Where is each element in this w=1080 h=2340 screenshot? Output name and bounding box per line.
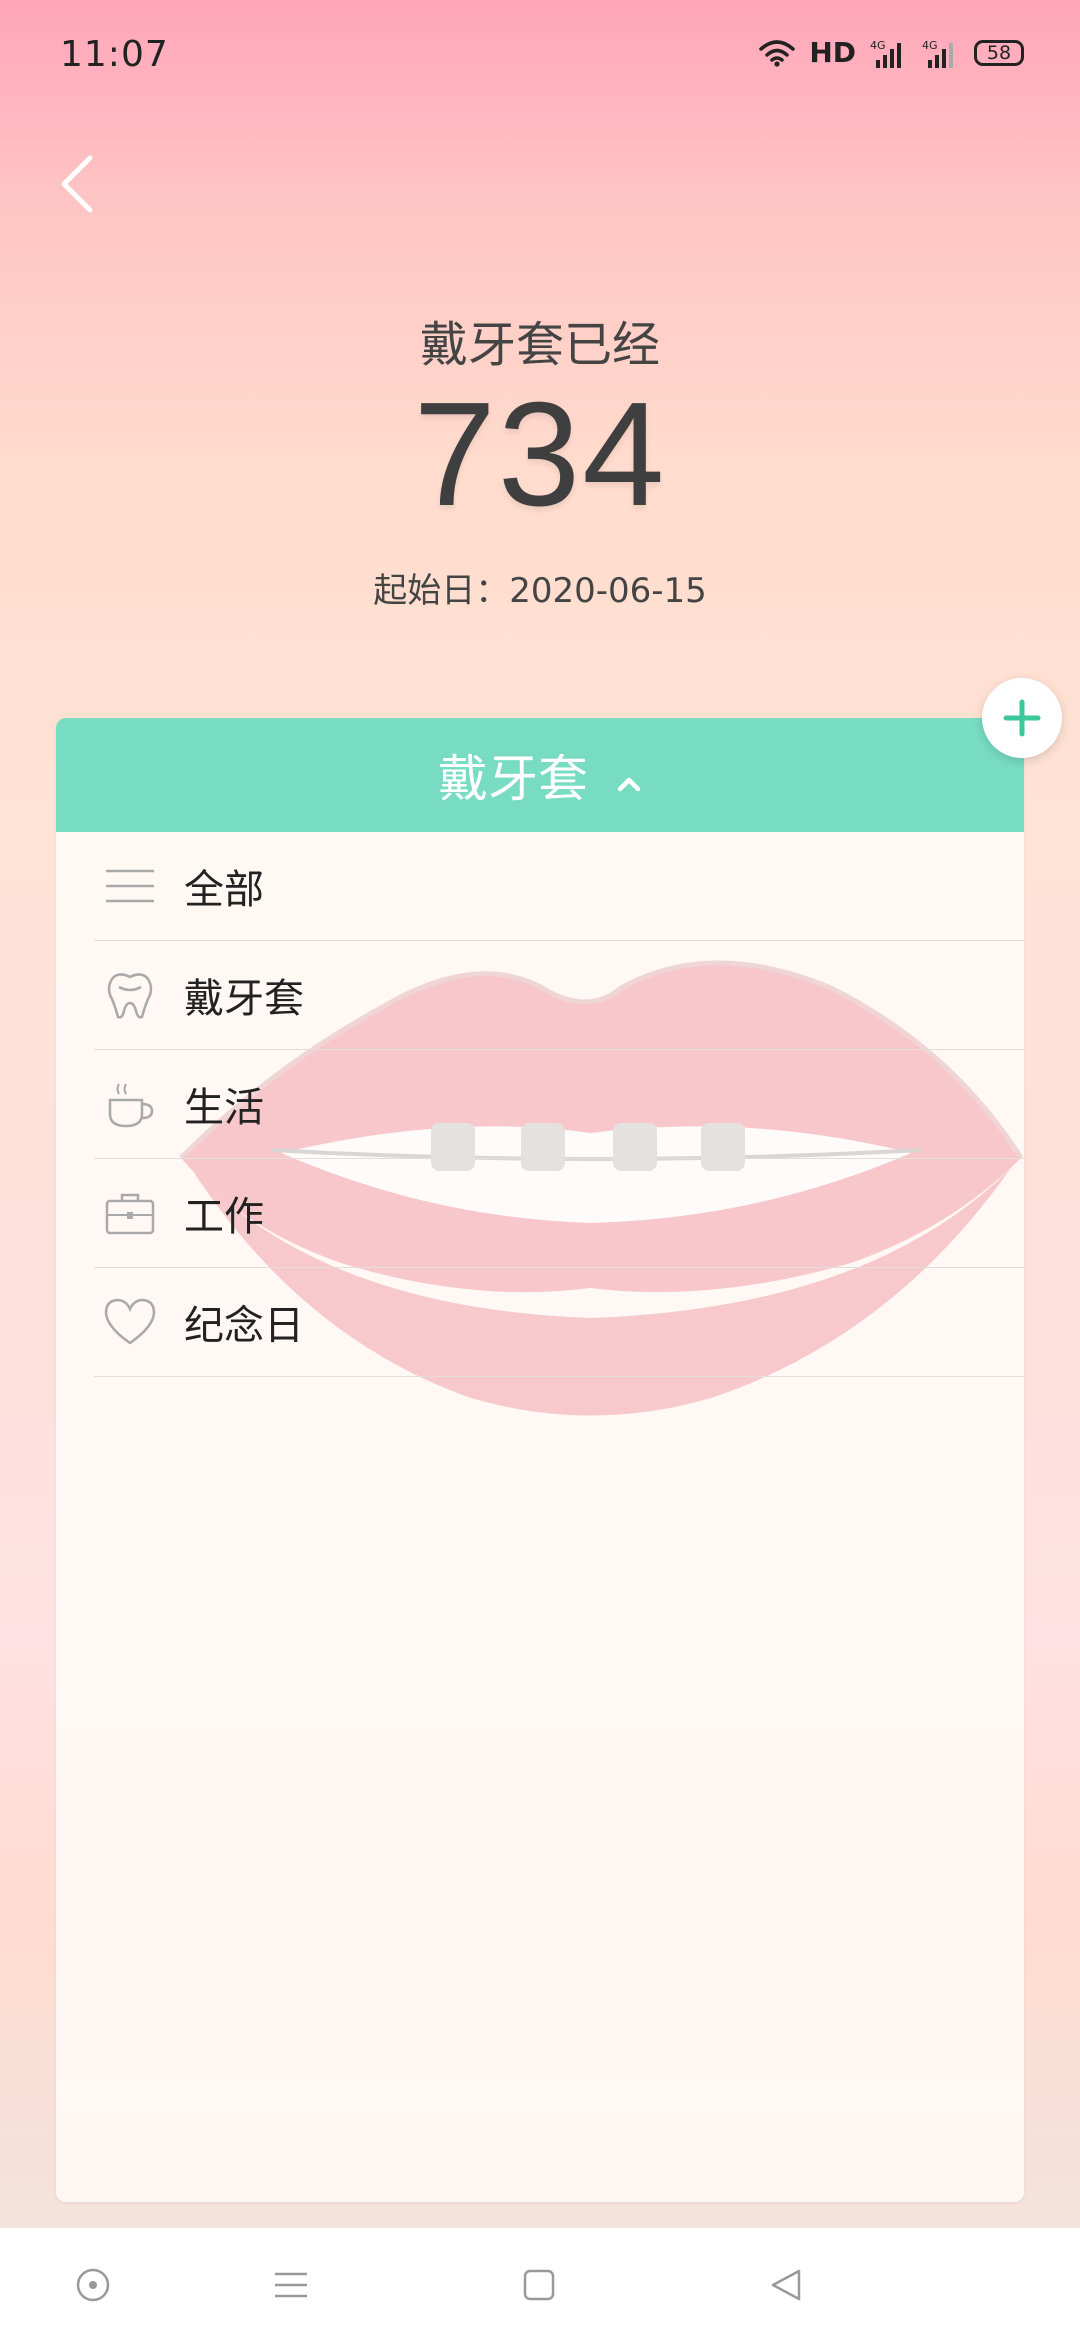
signal-icon-2: 4G [922,38,960,68]
category-item-anniversary[interactable]: 纪念日 [94,1268,1024,1377]
category-label: 工作 [184,1194,264,1240]
category-label: 纪念日 [184,1303,304,1349]
list-icon [102,858,158,914]
tooth-icon [102,967,158,1023]
triangle-back-icon [771,2269,801,2301]
signal-icon-1: 4G [870,38,908,68]
status-icons: HD 4G 4G 58 [759,36,1024,69]
counter-title: 戴牙套已经 [419,317,660,373]
nav-back-button[interactable] [760,2258,814,2312]
start-date: 起始日：2020-06-15 [373,571,707,611]
category-list: 全部 戴牙套 生活 工作 纪念日 [94,832,1024,1377]
heart-icon [102,1294,158,1350]
square-icon [523,2269,555,2301]
svg-text:4G: 4G [870,39,886,52]
category-item-all[interactable]: 全部 [94,832,1024,941]
chevron-left-icon [61,155,93,213]
briefcase-icon [102,1185,158,1241]
hd-label: HD [809,36,856,69]
circle-dot-icon [76,2268,110,2302]
selected-category-label: 戴牙套 [438,750,588,808]
category-panel: 戴牙套 全部 戴牙套 生活 工作 纪念日 [56,718,1024,2202]
nav-menu-button[interactable] [264,2258,318,2312]
svg-text:4G: 4G [922,39,938,52]
battery-indicator: 58 [974,39,1024,66]
add-button[interactable] [982,678,1062,758]
plus-icon [1003,699,1041,737]
system-navigation-bar [0,2228,1080,2340]
nav-assistant-button[interactable] [66,2258,120,2312]
category-label: 全部 [184,867,264,913]
status-time: 11:07 [60,34,169,75]
category-label: 生活 [184,1085,264,1131]
category-label: 戴牙套 [184,976,304,1022]
category-item-braces[interactable]: 戴牙套 [94,941,1024,1050]
menu-icon [275,2272,307,2298]
back-button[interactable] [50,148,110,218]
coffee-cup-icon [102,1076,158,1132]
category-dropdown-header[interactable]: 戴牙套 [56,718,1024,832]
day-count: 734 [413,372,667,537]
category-item-life[interactable]: 生活 [94,1050,1024,1159]
nav-home-button[interactable] [512,2258,566,2312]
status-bar: 11:07 HD 4G 4G 58 [0,0,1080,110]
category-item-work[interactable]: 工作 [94,1159,1024,1268]
chevron-up-icon [616,746,642,804]
wifi-icon [759,39,796,67]
